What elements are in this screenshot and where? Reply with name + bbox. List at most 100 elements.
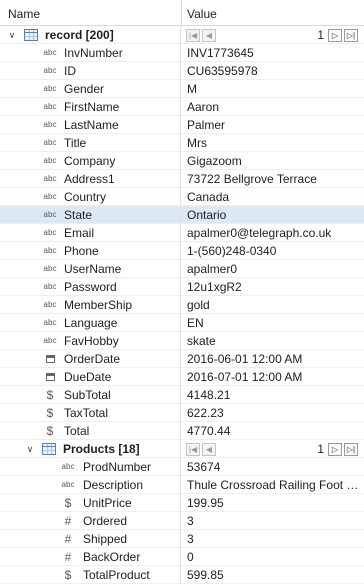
field-row[interactable]: abc Address1 73722 Bellgrove Terrace	[0, 170, 364, 188]
field-row[interactable]: $ Total 4770.44	[0, 422, 364, 440]
field-value[interactable]: CU63595978	[187, 62, 360, 79]
field-row[interactable]: abc ProdNumber 53674	[0, 458, 364, 476]
column-separator[interactable]	[181, 0, 182, 26]
record-label: record [200]	[45, 28, 114, 42]
text-type-icon: abc	[43, 282, 57, 291]
record-pager-right: 1 ▷ ▷|	[317, 28, 360, 42]
field-value[interactable]: 12u1xgR2	[187, 278, 360, 295]
field-name: TotalProduct	[83, 568, 150, 582]
text-type-icon: abc	[43, 246, 57, 255]
field-row[interactable]: # Shipped 3	[0, 530, 364, 548]
field-value[interactable]: M	[187, 80, 360, 97]
field-value[interactable]: Gigazoom	[187, 152, 360, 169]
next-page-icon[interactable]: ▷	[328, 442, 342, 456]
field-value[interactable]: Canada	[187, 188, 360, 205]
field-row[interactable]: abc FirstName Aaron	[0, 98, 364, 116]
page-number: 1	[317, 442, 324, 456]
prev-page-icon[interactable]: ◀	[202, 442, 216, 456]
field-value[interactable]: 1-(560)248-0340	[187, 242, 360, 259]
field-row[interactable]: DueDate 2016-07-01 12:00 AM	[0, 368, 364, 386]
prev-page-icon[interactable]: ◀	[202, 28, 216, 42]
field-row[interactable]: abc Description Thule Crossroad Railing Fo…	[0, 476, 364, 494]
first-page-icon[interactable]: |◀	[186, 442, 200, 456]
field-row[interactable]: abc Email apalmer0@telegraph.co.uk	[0, 224, 364, 242]
field-value[interactable]: 4770.44	[187, 422, 360, 439]
calendar-icon	[41, 368, 59, 385]
field-name: Email	[64, 226, 95, 240]
field-value[interactable]: 0	[187, 548, 360, 565]
field-row[interactable]: abc UserName apalmer0	[0, 260, 364, 278]
field-name: Total	[64, 424, 90, 438]
field-name: Shipped	[83, 532, 128, 546]
next-page-icon[interactable]: ▷	[328, 28, 342, 42]
text-type-icon: abc	[43, 336, 57, 345]
field-name: LastName	[64, 118, 119, 132]
products-node[interactable]: ∨ Products [18] |◀ ◀ 1 ▷ ▷|	[0, 440, 364, 458]
text-type-icon: abc	[43, 48, 57, 57]
field-name: FirstName	[64, 100, 120, 114]
text-type-icon: abc	[43, 264, 57, 273]
field-row[interactable]: abc Gender M	[0, 80, 364, 98]
field-value[interactable]: Thule Crossroad Railing Foot P...	[187, 476, 360, 493]
field-name: Ordered	[83, 514, 128, 528]
collapse-chevron-icon[interactable]: ∨	[24, 440, 36, 457]
text-type-icon: abc	[43, 102, 57, 111]
field-value[interactable]: Ontario	[187, 206, 360, 223]
field-row[interactable]: abc Password 12u1xgR2	[0, 278, 364, 296]
field-value[interactable]: INV1773645	[187, 44, 360, 61]
field-value[interactable]: 622.23	[187, 404, 360, 421]
field-row[interactable]: abc Language EN	[0, 314, 364, 332]
field-row[interactable]: abc Country Canada	[0, 188, 364, 206]
field-value[interactable]: apalmer0@telegraph.co.uk	[187, 224, 360, 241]
name-column-header[interactable]: Name	[8, 7, 40, 21]
field-value[interactable]: 199.95	[187, 494, 360, 511]
field-row[interactable]: $ SubTotal 4148.21	[0, 386, 364, 404]
field-row[interactable]: abc Phone 1-(560)248-0340	[0, 242, 364, 260]
products-pager: |◀ ◀	[186, 442, 218, 456]
field-row[interactable]: abc LastName Palmer	[0, 116, 364, 134]
field-row[interactable]: # Ordered 3	[0, 512, 364, 530]
field-row[interactable]: abc ID CU63595978	[0, 62, 364, 80]
field-row[interactable]: abc Title Mrs	[0, 134, 364, 152]
field-row[interactable]: abc InvNumber INV1773645	[0, 44, 364, 62]
field-value[interactable]: 3	[187, 530, 360, 547]
last-page-icon[interactable]: ▷|	[344, 442, 358, 456]
last-page-icon[interactable]: ▷|	[344, 28, 358, 42]
field-name: ID	[64, 64, 76, 78]
field-row[interactable]: abc Company Gigazoom	[0, 152, 364, 170]
field-row[interactable]: # BackOrder 0	[0, 548, 364, 566]
field-row[interactable]: $ TotalProduct 599.85	[0, 566, 364, 584]
field-value[interactable]: EN	[187, 314, 360, 331]
field-name: BackOrder	[83, 550, 141, 564]
field-value[interactable]: apalmer0	[187, 260, 360, 277]
field-name: TaxTotal	[64, 406, 109, 420]
field-value[interactable]: 73722 Bellgrove Terrace	[187, 170, 360, 187]
value-column-header[interactable]: Value	[187, 7, 217, 21]
first-page-icon[interactable]: |◀	[186, 28, 200, 42]
field-row[interactable]: abc State Ontario	[0, 206, 364, 224]
record-fields: abc InvNumber INV1773645 abc ID CU63595978 abc…	[0, 44, 364, 440]
field-name: Password	[64, 280, 117, 294]
field-value[interactable]: 2016-07-01 12:00 AM	[187, 368, 360, 385]
text-type-icon: abc	[43, 318, 57, 327]
field-value[interactable]: gold	[187, 296, 360, 313]
field-name: InvNumber	[64, 46, 123, 60]
field-value[interactable]: Aaron	[187, 98, 360, 115]
field-row[interactable]: $ UnitPrice 199.95	[0, 494, 364, 512]
field-name: DueDate	[64, 370, 112, 384]
field-value[interactable]: 599.85	[187, 566, 360, 583]
field-value[interactable]: 3	[187, 512, 360, 529]
record-node[interactable]: ∨ record [200] |◀ ◀ 1 ▷ ▷|	[0, 26, 364, 44]
field-value[interactable]: Palmer	[187, 116, 360, 133]
field-value[interactable]: 53674	[187, 458, 360, 475]
field-value[interactable]: skate	[187, 332, 360, 349]
field-row[interactable]: abc MemberShip gold	[0, 296, 364, 314]
text-type-icon: abc	[43, 300, 57, 309]
field-row[interactable]: $ TaxTotal 622.23	[0, 404, 364, 422]
field-value[interactable]: Mrs	[187, 134, 360, 151]
field-row[interactable]: OrderDate 2016-06-01 12:00 AM	[0, 350, 364, 368]
collapse-chevron-icon[interactable]: ∨	[6, 26, 18, 43]
field-value[interactable]: 2016-06-01 12:00 AM	[187, 350, 360, 367]
field-row[interactable]: abc FavHobby skate	[0, 332, 364, 350]
field-value[interactable]: 4148.21	[187, 386, 360, 403]
